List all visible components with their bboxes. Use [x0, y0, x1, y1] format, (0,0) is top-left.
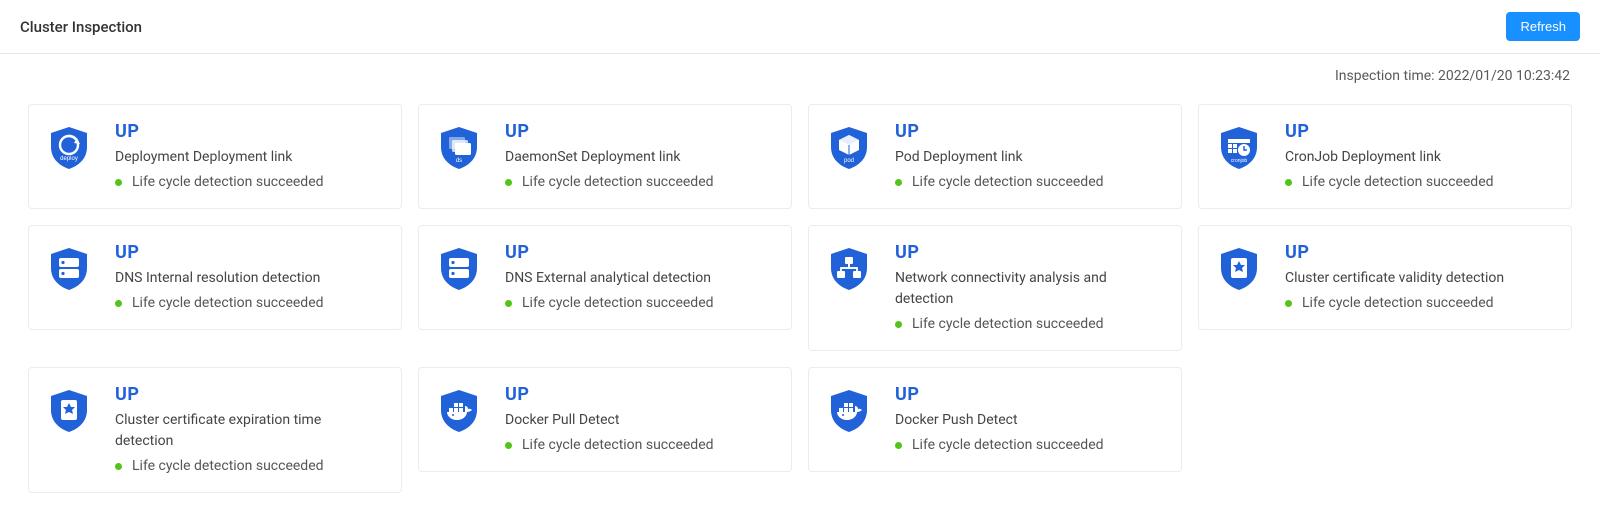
status-label: UP [115, 244, 383, 262]
card-title: Docker Pull Detect [505, 410, 773, 431]
detail-row: Life cycle detection succeeded [115, 295, 383, 311]
deploy-icon [47, 125, 91, 169]
card-body: UP Cluster certificate expiration time de… [115, 386, 383, 474]
card-title: Pod Deployment link [895, 147, 1163, 168]
status-label: UP [115, 386, 383, 404]
inspection-card: UP Docker Push Detect Life cycle detection… [808, 367, 1182, 472]
card-body: UP Cluster certificate validity detection… [1285, 244, 1553, 311]
card-body: UP CronJob Deployment link Life cycle dete… [1285, 123, 1553, 190]
inspection-card: UP DaemonSet Deployment link Life cycle de… [418, 104, 792, 209]
detail-text: Life cycle detection succeeded [912, 174, 1104, 190]
card-title: Cluster certificate expiration time dete… [115, 410, 383, 452]
status-label: UP [1285, 244, 1553, 262]
pod-icon [827, 125, 871, 169]
detail-row: Life cycle detection succeeded [115, 458, 383, 474]
detail-row: Life cycle detection succeeded [505, 437, 773, 453]
detail-text: Life cycle detection succeeded [132, 295, 324, 311]
page-header: Cluster Inspection Refresh [0, 0, 1600, 54]
detail-text: Life cycle detection succeeded [912, 316, 1104, 332]
card-body: UP Deployment Deployment link Life cycle d… [115, 123, 383, 190]
status-dot-icon [115, 179, 122, 186]
detail-row: Life cycle detection succeeded [895, 437, 1163, 453]
inspection-card-grid: UP Deployment Deployment link Life cycle d… [0, 84, 1600, 523]
card-body: UP DNS External analytical detection Life … [505, 244, 773, 311]
detail-text: Life cycle detection succeeded [912, 437, 1104, 453]
detail-text: Life cycle detection succeeded [522, 174, 714, 190]
status-label: UP [505, 244, 773, 262]
docker-icon [827, 388, 871, 432]
detail-text: Life cycle detection succeeded [1302, 295, 1494, 311]
cert-icon [47, 388, 91, 432]
detail-row: Life cycle detection succeeded [1285, 174, 1553, 190]
status-dot-icon [1285, 179, 1292, 186]
daemonset-icon [437, 125, 481, 169]
inspection-card: UP CronJob Deployment link Life cycle dete… [1198, 104, 1572, 209]
network-icon [827, 246, 871, 290]
status-label: UP [115, 123, 383, 141]
status-label: UP [895, 386, 1163, 404]
inspection-card: UP Network connectivity analysis and dete… [808, 225, 1182, 351]
inspection-card: UP DNS Internal resolution detection Life … [28, 225, 402, 330]
inspection-card: UP Cluster certificate expiration time de… [28, 367, 402, 493]
cronjob-icon [1217, 125, 1261, 169]
card-body: UP Pod Deployment link Life cycle detectio… [895, 123, 1163, 190]
card-title: Network connectivity analysis and detect… [895, 268, 1163, 310]
detail-row: Life cycle detection succeeded [895, 174, 1163, 190]
detail-row: Life cycle detection succeeded [895, 316, 1163, 332]
status-dot-icon [895, 442, 902, 449]
status-dot-icon [115, 463, 122, 470]
card-body: UP Docker Push Detect Life cycle detection… [895, 386, 1163, 453]
detail-text: Life cycle detection succeeded [132, 458, 324, 474]
dns-icon [437, 246, 481, 290]
card-body: UP DNS Internal resolution detection Life … [115, 244, 383, 311]
docker-icon [437, 388, 481, 432]
status-dot-icon [1285, 300, 1292, 307]
card-body: UP Docker Pull Detect Life cycle detection… [505, 386, 773, 453]
card-body: UP DaemonSet Deployment link Life cycle de… [505, 123, 773, 190]
inspection-card: UP Deployment Deployment link Life cycle d… [28, 104, 402, 209]
card-title: Docker Push Detect [895, 410, 1163, 431]
card-title: Deployment Deployment link [115, 147, 383, 168]
detail-text: Life cycle detection succeeded [1302, 174, 1494, 190]
detail-text: Life cycle detection succeeded [522, 437, 714, 453]
card-title: DNS External analytical detection [505, 268, 773, 289]
status-label: UP [505, 123, 773, 141]
inspection-card: UP DNS External analytical detection Life … [418, 225, 792, 330]
card-title: CronJob Deployment link [1285, 147, 1553, 168]
detail-row: Life cycle detection succeeded [505, 174, 773, 190]
inspection-card: UP Cluster certificate validity detection… [1198, 225, 1572, 330]
status-dot-icon [115, 300, 122, 307]
refresh-button[interactable]: Refresh [1506, 12, 1580, 41]
status-label: UP [895, 244, 1163, 262]
detail-row: Life cycle detection succeeded [115, 174, 383, 190]
card-title: DaemonSet Deployment link [505, 147, 773, 168]
inspection-card: UP Docker Pull Detect Life cycle detection… [418, 367, 792, 472]
status-dot-icon [505, 179, 512, 186]
page-title: Cluster Inspection [20, 18, 142, 36]
dns-icon [47, 246, 91, 290]
status-dot-icon [895, 321, 902, 328]
status-label: UP [505, 386, 773, 404]
detail-text: Life cycle detection succeeded [522, 295, 714, 311]
status-dot-icon [895, 179, 902, 186]
inspection-card: UP Pod Deployment link Life cycle detectio… [808, 104, 1182, 209]
cert-icon [1217, 246, 1261, 290]
card-title: DNS Internal resolution detection [115, 268, 383, 289]
status-label: UP [895, 123, 1163, 141]
detail-text: Life cycle detection succeeded [132, 174, 324, 190]
card-body: UP Network connectivity analysis and dete… [895, 244, 1163, 332]
detail-row: Life cycle detection succeeded [1285, 295, 1553, 311]
status-dot-icon [505, 300, 512, 307]
inspection-time: Inspection time: 2022/01/20 10:23:42 [0, 54, 1600, 84]
detail-row: Life cycle detection succeeded [505, 295, 773, 311]
status-label: UP [1285, 123, 1553, 141]
card-title: Cluster certificate validity detection [1285, 268, 1553, 289]
status-dot-icon [505, 442, 512, 449]
